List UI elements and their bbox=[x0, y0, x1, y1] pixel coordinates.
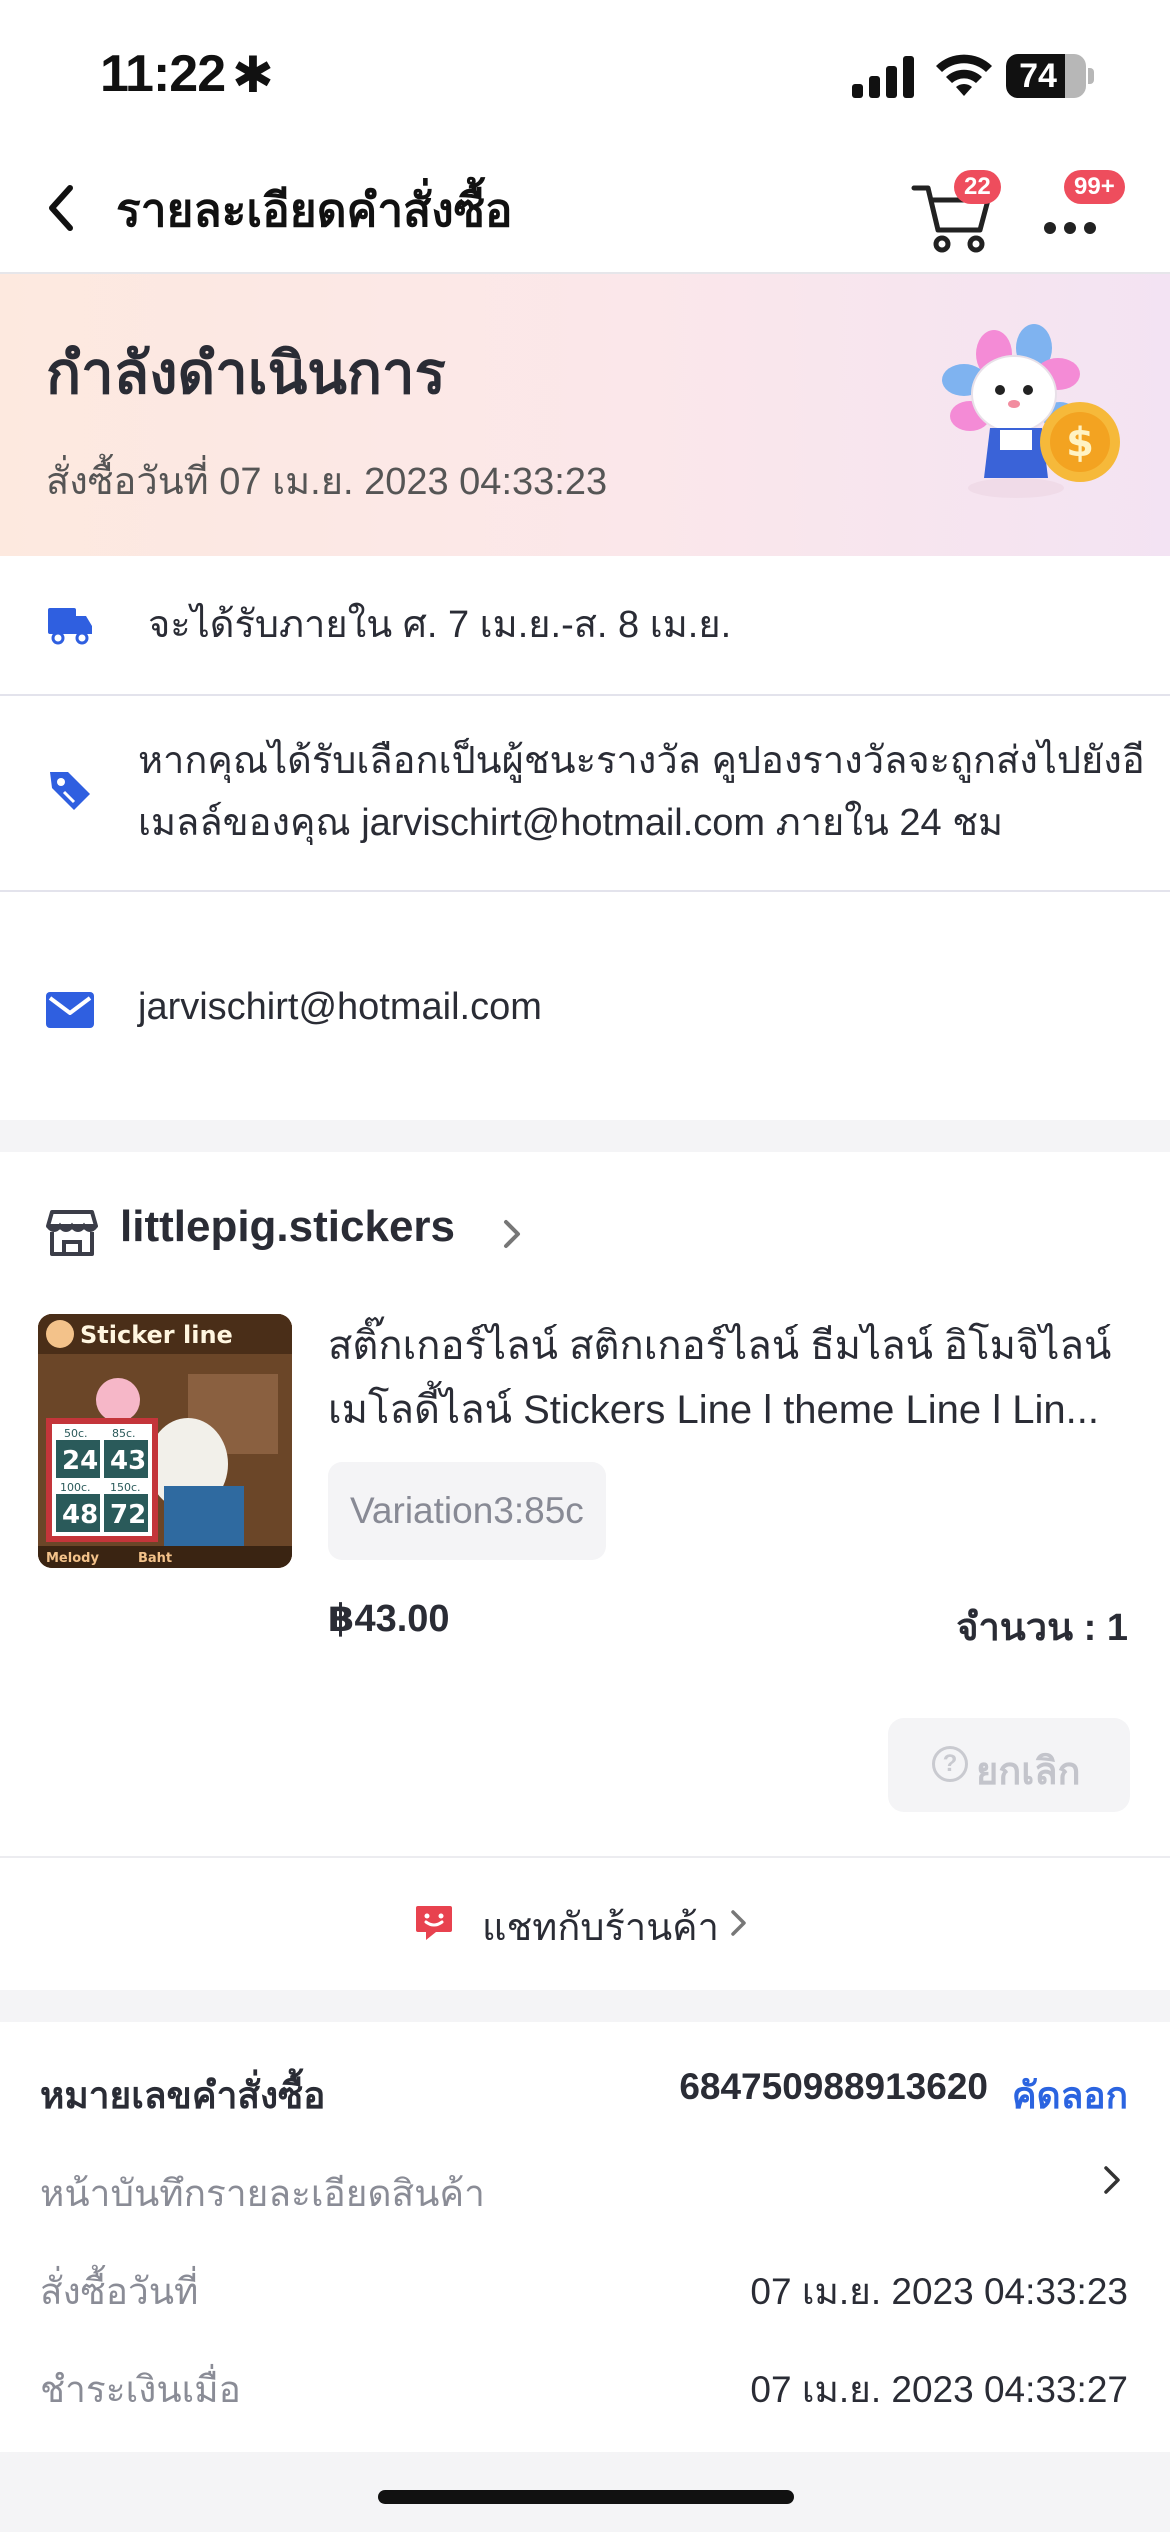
mail-icon bbox=[46, 992, 94, 1028]
product-title-line-1: สติ๊กเกอร์ไลน์ สติกเกอร์ไลน์ ธีมไลน์ อิโ… bbox=[328, 1324, 1112, 1368]
chevron-right-icon[interactable] bbox=[498, 1214, 526, 1254]
wifi-icon bbox=[936, 54, 992, 96]
order-status-banner: กำลังดำเนินการ สั่งซื้อวันที่ 07 เม.ย. 2… bbox=[0, 274, 1170, 556]
cancel-button[interactable]: ? ยกเลิก bbox=[888, 1718, 1130, 1812]
email-row: jarvischirt@hotmail.com bbox=[0, 892, 1170, 1120]
battery-body: 74 bbox=[1006, 54, 1086, 98]
coupon-line-1: หากคุณได้รับเลือกเป็นผู้ชนะรางวัล คูปองร… bbox=[138, 740, 1145, 782]
product-image: Sticker line 50c. 85c. 24 43 100c. 150c.… bbox=[38, 1314, 292, 1568]
order-status-date: สั่งซื้อวันที่ 07 เม.ย. 2023 04:33:23 bbox=[46, 461, 608, 503]
shop-name[interactable]: littlepig.stickers bbox=[120, 1202, 455, 1252]
price-tag-value: 24 bbox=[62, 1446, 98, 1476]
coupon-line-2: เมลล์ของคุณ jarvischirt@hotmail.com ภายใ… bbox=[138, 802, 1004, 844]
delivery-truck-icon bbox=[48, 608, 92, 645]
price-tag-value: 48 bbox=[62, 1500, 98, 1530]
asterisk-icon: ✱ bbox=[232, 47, 274, 103]
product-thumbnail[interactable]: Sticker line 50c. 85c. 24 43 100c. 150c.… bbox=[38, 1314, 292, 1568]
page-title: รายละเอียดคำสั่งซื้อ bbox=[116, 184, 513, 236]
product-quantity: จำนวน : 1 bbox=[956, 1607, 1128, 1649]
product-title-line-2: เมโลดี้ไลน์ Stickers Line l theme Line l… bbox=[328, 1388, 1099, 1432]
home-indicator[interactable] bbox=[378, 2490, 794, 2504]
cart-badge: 22 bbox=[954, 170, 1001, 204]
product-price: ฿43.00 bbox=[328, 1598, 450, 1640]
cart-button[interactable]: 22 bbox=[910, 168, 1001, 258]
battery-level: 74 bbox=[1019, 57, 1057, 95]
nav-bar: รายละเอียดคำสั่งซื้อ 22 99+ bbox=[0, 140, 1170, 274]
chevron-right-icon[interactable] bbox=[1100, 2162, 1124, 2198]
order-number: 684750988913620 bbox=[679, 2066, 988, 2107]
paid-at-label: ชำระเงินเมื่อ bbox=[40, 2369, 241, 2410]
product-variation: Variation3:85c bbox=[328, 1462, 606, 1560]
mascot-illustration: $ bbox=[942, 324, 1120, 498]
order-detail-screen: 11:22 ✱ 74 รายละเอียดคำสั่งซื้อ 22 99+ ก… bbox=[0, 0, 1170, 2532]
price-tag-label: 50c. bbox=[64, 1427, 88, 1440]
battery-tip bbox=[1088, 68, 1094, 84]
order-status-title: กำลังดำเนินการ bbox=[46, 341, 446, 406]
store-icon[interactable] bbox=[46, 1208, 98, 1258]
product-snapshot-link[interactable]: หน้าบันทึกรายละเอียดสินค้า bbox=[40, 2164, 485, 2223]
chevron-right-icon bbox=[731, 1910, 746, 1936]
product-image-banner: Sticker line bbox=[80, 1321, 233, 1349]
order-info-card: หมายเลขคำสั่งซื้อ 684750988913620 คัดลอก… bbox=[0, 2022, 1170, 2452]
help-circle-icon: ? bbox=[932, 1746, 968, 1782]
copy-order-number-button[interactable]: คัดลอก bbox=[1012, 2066, 1128, 2125]
delivery-row: จะได้รับภายใน ศ. 7 เม.ย.-ส. 8 เม.ย. bbox=[0, 556, 1170, 694]
product-title[interactable]: สติ๊กเกอร์ไลน์ สติกเกอร์ไลน์ ธีมไลน์ อิโ… bbox=[328, 1314, 1128, 1442]
chat-with-shop-button[interactable]: แชทกับร้านค้า bbox=[0, 1858, 1170, 1990]
product-image-footer-right: Baht bbox=[138, 1551, 172, 1566]
order-number-label: หมายเลขคำสั่งซื้อ bbox=[40, 2075, 326, 2116]
status-bar: 11:22 ✱ 74 bbox=[0, 0, 1170, 140]
battery-indicator: 74 bbox=[1006, 54, 1094, 98]
price-tag-label: 150c. bbox=[110, 1481, 141, 1494]
coupon-row: หากคุณได้รับเลือกเป็นผู้ชนะรางวัล คูปองร… bbox=[0, 696, 1170, 892]
cancel-label: ยกเลิก bbox=[976, 1751, 1081, 1793]
more-button[interactable]: 99+ bbox=[1036, 170, 1125, 250]
price-tag-value: 72 bbox=[110, 1500, 146, 1530]
section-gap bbox=[0, 1990, 1170, 2022]
delivery-estimate: จะได้รับภายใน ศ. 7 เม.ย.-ส. 8 เม.ย. bbox=[148, 604, 732, 646]
email-address: jarvischirt@hotmail.com bbox=[138, 986, 542, 1028]
coupon-tag-icon bbox=[50, 772, 90, 810]
product-image-footer-left: Melody bbox=[46, 1551, 99, 1566]
price-tag-value: 43 bbox=[110, 1446, 146, 1476]
status-time: 11:22 bbox=[100, 45, 226, 103]
chat-label: แชทกับร้านค้า bbox=[482, 1907, 719, 1949]
back-chevron-icon[interactable] bbox=[40, 180, 90, 236]
chat-bubble-icon bbox=[416, 1906, 452, 1940]
svg-text:$: $ bbox=[1066, 420, 1094, 466]
price-tag-label: 85c. bbox=[112, 1427, 136, 1440]
ordered-at-label: สั่งซื้อวันที่ bbox=[40, 2271, 199, 2312]
ordered-at-value: 07 เม.ย. 2023 04:33:23 bbox=[750, 2271, 1128, 2312]
price-tag-label: 100c. bbox=[60, 1481, 91, 1494]
cellular-signal-icon bbox=[852, 56, 914, 98]
more-badge: 99+ bbox=[1064, 170, 1125, 204]
section-gap bbox=[0, 1120, 1170, 1152]
paid-at-value: 07 เม.ย. 2023 04:33:27 bbox=[750, 2369, 1128, 2410]
